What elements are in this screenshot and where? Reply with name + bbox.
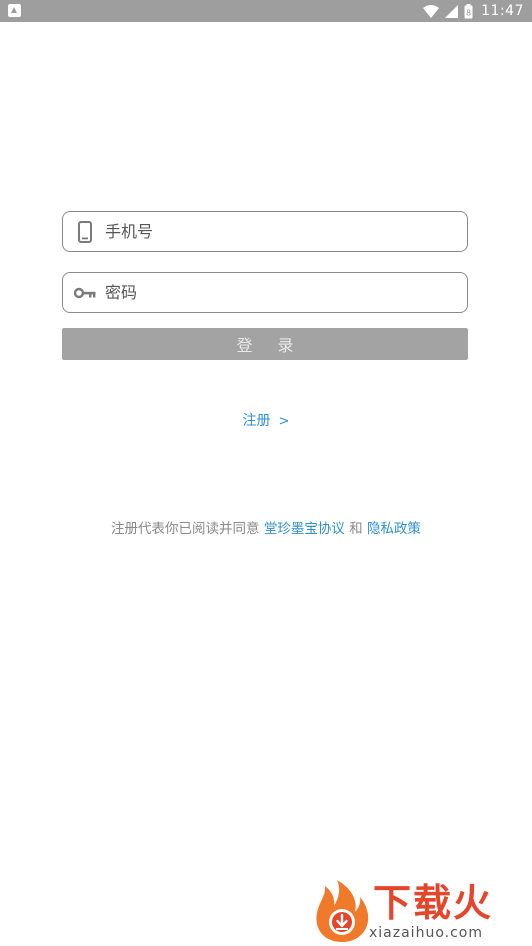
password-input[interactable]: [105, 283, 445, 302]
phone-input[interactable]: [105, 222, 445, 241]
watermark: 下载火 xiazaihuo.com: [311, 880, 526, 944]
watermark-url: xiazaihuo.com: [369, 925, 483, 941]
terms-link[interactable]: 堂珍墨宝协议: [264, 521, 345, 537]
battery-level: 8: [466, 8, 471, 17]
signal-icon: [445, 4, 459, 18]
watermark-flame-icon: [316, 880, 369, 942]
agreement-conjunction: 和: [349, 521, 363, 537]
watermark-title: 下载火: [373, 881, 494, 925]
login-button[interactable]: 登 录: [62, 328, 468, 360]
key-icon: [74, 282, 96, 304]
agreement-prefix: 注册代表你已阅读并同意: [111, 521, 260, 537]
agreement-text: 注册代表你已阅读并同意 堂珍墨宝协议 和 隐私政策: [0, 517, 532, 537]
wifi-icon: [423, 4, 440, 18]
register-arrow[interactable]: >: [279, 414, 290, 429]
notification-icon: [8, 4, 21, 17]
phone-icon: [74, 220, 96, 243]
battery-icon: 8: [464, 3, 473, 19]
register-label[interactable]: 注册: [243, 413, 271, 429]
password-field[interactable]: [62, 272, 468, 313]
status-time: 11:47: [481, 3, 524, 19]
status-bar: 8 11:47: [0, 0, 532, 22]
privacy-link[interactable]: 隐私政策: [367, 521, 421, 537]
status-indicators: 8 11:47: [423, 0, 524, 22]
phone-field[interactable]: [62, 211, 468, 252]
register-link[interactable]: 注册 >: [0, 410, 532, 430]
